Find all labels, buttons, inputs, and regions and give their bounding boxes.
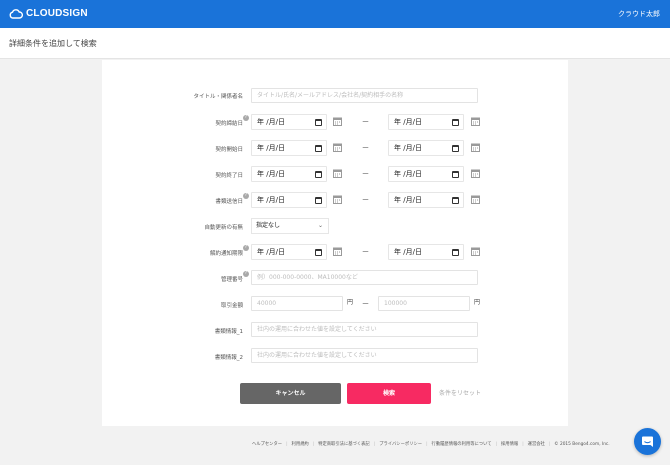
title-label: タイトル・関係者名 [193,94,243,100]
amount-min-input[interactable]: 40000 [251,296,343,311]
range-separator: ー [362,300,369,308]
doc-info-1-input[interactable]: 社内の運用に合わせた値を設定してください [251,322,478,337]
footer-divider: | [426,442,428,447]
sent-date-to-input[interactable]: 年 /月/日 [388,192,464,208]
calendar-picker-icon[interactable] [315,119,322,126]
calendar-icon[interactable] [471,195,480,204]
footer-link-terms[interactable]: 利用規約 [292,441,309,449]
sent-date-from-input[interactable]: 年 /月/日 [251,192,327,208]
page-title: 詳細条件を追加して検索 [9,39,97,48]
user-menu[interactable]: クラウド太郎 [618,9,660,19]
chat-support-button[interactable] [634,428,661,455]
contract-date-from-input[interactable]: 年 /月/日 [251,114,327,130]
end-date-label: 契約終了日 [215,173,243,179]
calendar-icon[interactable] [333,195,342,204]
cancel-notice-to-input[interactable]: 年 /月/日 [388,244,464,260]
top-bar: CLOUDSIGN クラウド太郎 [0,0,670,28]
cancel-notice-label: 解約通知期限 [209,251,243,257]
footer-copyright: © 2015 Bengo4.com, Inc. [554,442,610,447]
cancel-notice-from-input[interactable]: 年 /月/日 [251,244,327,260]
doc-info-2-label: 書類情報_2 [214,355,243,361]
footer: ヘルプセンター | 利用規約 | 特定商取引法に基づく表記 | プライバシーポリ… [252,441,610,449]
footer-link-help[interactable]: ヘルプセンター [252,441,282,449]
start-date-to-input[interactable]: 年 /月/日 [388,140,464,156]
footer-divider: | [286,442,288,447]
title-search-input[interactable]: タイトル/氏名/メールアドレス/会社名/契約相手の名称 [251,88,478,103]
footer-link-privacy[interactable]: プライバシーポリシー [379,441,422,449]
auto-renewal-select[interactable]: 指定なし ⌄ [251,218,329,234]
yen-unit: 円 [347,299,354,306]
page-header: 詳細条件を追加して検索 [0,28,670,59]
calendar-picker-icon[interactable] [452,171,459,178]
cloud-logo-icon [9,9,23,19]
calendar-icon[interactable] [333,169,342,178]
calendar-icon[interactable] [471,247,480,256]
yen-unit: 円 [474,299,481,306]
start-date-label: 契約開始日 [215,147,243,153]
footer-link-company[interactable]: 運営会社 [528,441,545,449]
footer-divider: | [548,442,551,447]
footer-link-behavior-data[interactable]: 行動履歴情報の利用等について [432,441,492,449]
footer-divider: | [373,442,376,447]
range-separator: ー [362,170,369,178]
help-icon[interactable]: ? [243,271,249,277]
range-separator: ー [362,248,369,256]
calendar-picker-icon[interactable] [452,145,459,152]
footer-link-commerce-law[interactable]: 特定商取引法に基づく表記 [318,441,370,449]
chat-icon [642,436,653,447]
end-date-to-input[interactable]: 年 /月/日 [388,166,464,182]
amount-max-input[interactable]: 100000 [378,296,470,311]
footer-link-careers[interactable]: 採用情報 [501,441,518,449]
search-button[interactable]: 検索 [347,383,431,404]
calendar-picker-icon[interactable] [315,145,322,152]
calendar-icon[interactable] [333,247,342,256]
calendar-icon[interactable] [471,169,480,178]
range-separator: ー [362,118,369,126]
calendar-picker-icon[interactable] [452,249,459,256]
calendar-icon[interactable] [333,143,342,152]
logo-text: CLOUDSIGN [26,8,88,19]
doc-info-1-label: 書類情報_1 [214,329,243,335]
management-no-label: 管理番号 [220,277,243,283]
contract-date-label: 契約締結日 [215,121,243,127]
help-icon[interactable]: ? [243,245,249,251]
calendar-icon[interactable] [471,117,480,126]
range-separator: ー [362,144,369,152]
range-separator: ー [362,196,369,204]
auto-renewal-label: 自動更新の有無 [204,225,243,231]
calendar-picker-icon[interactable] [315,171,322,178]
management-no-input[interactable]: 例）000-000-0000、MA10000など [251,270,478,285]
sent-date-label: 書類送信日 [215,199,243,205]
help-icon[interactable]: ? [243,193,249,199]
calendar-picker-icon[interactable] [452,119,459,126]
help-icon[interactable]: ? [243,115,249,121]
footer-divider: | [522,442,524,447]
footer-divider: | [495,442,498,447]
reset-conditions-link[interactable]: 条件をリセット [439,389,481,398]
end-date-from-input[interactable]: 年 /月/日 [251,166,327,182]
calendar-picker-icon[interactable] [315,249,322,256]
doc-info-2-input[interactable]: 社内の運用に合わせた値を設定してください [251,348,478,363]
calendar-picker-icon[interactable] [315,197,322,204]
amount-label: 取引金額 [220,303,243,309]
cloudsign-logo[interactable]: CLOUDSIGN [9,8,88,20]
contract-date-to-input[interactable]: 年 /月/日 [388,114,464,130]
calendar-icon[interactable] [471,143,480,152]
calendar-picker-icon[interactable] [452,197,459,204]
chevron-down-icon: ⌄ [317,222,323,229]
cancel-button[interactable]: キャンセル [240,383,341,404]
footer-divider: | [312,442,315,447]
search-form-card [102,60,568,426]
start-date-from-input[interactable]: 年 /月/日 [251,140,327,156]
calendar-icon[interactable] [333,117,342,126]
